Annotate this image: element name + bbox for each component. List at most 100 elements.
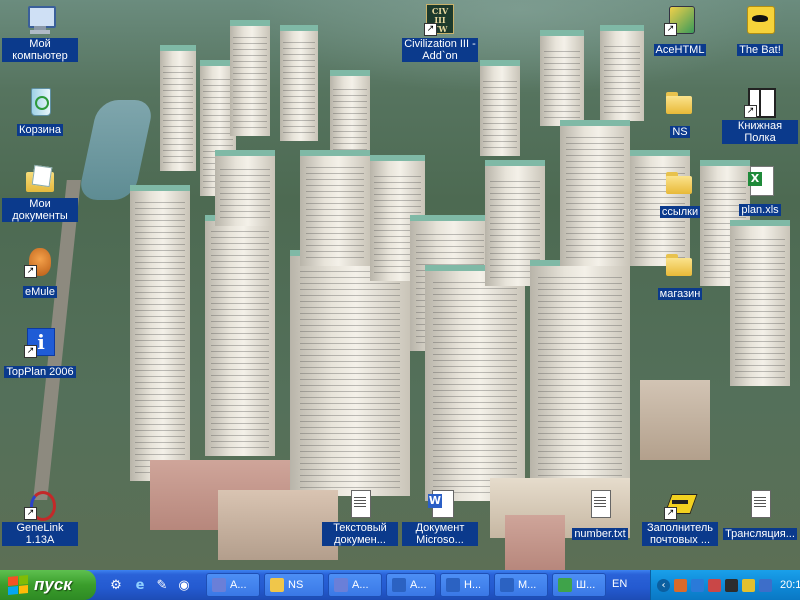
desktop-icon-label: Документ Microso... [402,522,478,546]
wallpaper-tower [480,60,520,156]
internet-explorer-icon[interactable]: e [130,575,150,595]
taskbar-button[interactable]: H... [440,573,490,597]
desktop-icon-word-doc[interactable]: W Документ Microso... [402,488,478,547]
desktop-icon-emule[interactable]: ↗ eMule [2,246,78,299]
start-button[interactable]: пуск [0,570,96,600]
desktop-icon-label: plan.xls [739,204,781,216]
documents-folder-icon [24,164,56,196]
taskbar-button[interactable]: A... [328,573,382,597]
desktop-icon-translation[interactable]: Трансляция... [722,488,798,541]
word-small-icon [446,578,460,592]
system-tray: ‹ 20:14 [650,570,800,600]
wallpaper-lowrise [218,490,338,560]
word-small-icon [500,578,514,592]
taskbar-button-label: H... [464,579,482,591]
desktop-icon-label: ссылки [659,206,701,218]
book-icon: ↗ [744,86,776,118]
desktop[interactable]: Мой компьютер Корзина Мои документы ↗ eM… [0,0,800,570]
shortcut-arrow-icon: ↗ [24,345,37,358]
network-icon[interactable] [674,578,687,592]
genelink-icon: ↗ [24,488,56,521]
desktop-icon-filler[interactable]: ↗ Заполнитель почтовых ... [642,488,718,547]
desktop-icon-links-folder[interactable]: ссылки [642,166,718,219]
desktop-icon-text-doc[interactable]: Текстовый докумен... [322,488,398,547]
desktop-icon-my-documents[interactable]: Мои документы [2,164,78,223]
acehtml-small-icon [334,578,348,592]
media-icon[interactable]: ◉ [174,575,194,595]
desktop-icon-recycle-bin[interactable]: Корзина [2,84,78,137]
taskbar-button[interactable]: NS [264,573,324,597]
desktop-icon-genelink[interactable]: ↗ GeneLink 1.13A [2,488,78,547]
thebat-small-icon[interactable]: ✎ [152,575,172,595]
wallpaper-tower [540,30,584,126]
desktop-icon-label: TopPlan 2006 [4,366,76,378]
folder-icon [664,166,696,198]
desktop-icon-label: NS [670,126,690,138]
desktop-icon-thebat[interactable]: The Bat! [722,4,798,57]
wallpaper-tower [730,220,790,386]
wallpaper-tower [290,250,410,496]
desktop-icon-bookshelf[interactable]: ↗ Книжная Полка [722,86,798,145]
wallpaper-tower [560,120,630,266]
taskbar-button[interactable]: A... [386,573,436,597]
wallpaper-tower [215,150,275,226]
shortcut-arrow-icon: ↗ [424,23,437,36]
shortcut-arrow-icon: ↗ [24,507,37,520]
taskbar-button-label: A... [352,579,369,591]
wallpaper-tower [160,45,196,171]
desktop-icon-label: number.txt [572,528,628,540]
tray-expand-icon[interactable]: ‹ [657,578,670,592]
word-document-icon: W [424,488,456,520]
desktop-icon-label: Текстовый докумен... [322,522,398,546]
settings-icon[interactable]: ⚙ [106,575,126,595]
emule-icon: ↗ [24,246,56,278]
wallpaper-tower [280,25,318,141]
folder-icon [664,86,696,118]
taskbar-button[interactable]: A... [206,573,260,597]
volume-icon[interactable] [759,578,772,592]
taskbar-button[interactable]: Ш... [552,573,606,597]
desktop-icon-plan-xls[interactable]: X plan.xls [722,164,798,217]
desktop-icon-label: Книжная Полка [722,120,798,144]
printer-icon[interactable] [708,578,721,592]
the-bat-tray-icon[interactable] [742,578,755,592]
wallpaper-tower [230,20,270,136]
wallpaper-lowrise [640,380,710,460]
desktop-icon-label: Civilization III - Add`on [402,38,478,62]
desktop-icon-label: GeneLink 1.13A [2,522,78,546]
antivirus-icon[interactable] [691,578,704,592]
taskbar-button-label: A... [410,579,427,591]
folder-small-icon [270,578,284,592]
desktop-icon-topplan[interactable]: i ↗ TopPlan 2006 [2,326,78,379]
folder-icon [664,248,696,280]
desktop-icon-label: Мой компьютер [2,38,78,62]
desktop-icon-my-computer[interactable]: Мой компьютер [2,4,78,63]
alert-icon[interactable] [725,578,738,592]
desktop-icon-shop-folder[interactable]: магазин [642,248,718,301]
desktop-icon-number-txt[interactable]: number.txt [562,488,638,541]
info-icon: i ↗ [24,326,56,358]
shortcut-arrow-icon: ↗ [24,265,37,278]
desktop-icon-label: The Bat! [737,44,783,56]
wallpaper-tower [425,265,525,501]
taskbar-button-label: NS [288,579,304,591]
clover-icon [558,578,572,592]
desktop-icon-civ3[interactable]: CIV III TW ↗ Civilization III - Add`on [402,4,478,63]
clock[interactable]: 20:14 [780,579,800,591]
the-bat-icon [744,4,776,36]
desktop-icon-label: магазин [657,288,703,300]
desktop-icon-label: Мои документы [2,198,78,222]
shortcut-arrow-icon: ↗ [744,105,757,118]
desktop-icon-label: Корзина [17,124,63,136]
recycle-bin-icon [24,84,56,116]
start-button-label: пуск [34,575,72,594]
excel-icon: X [744,164,776,196]
taskbar-button[interactable]: M... [494,573,548,597]
desktop-icon-label: AceHTML [653,44,707,56]
taskbar-button-label: A... [230,579,247,591]
desktop-icon-ns-folder[interactable]: NS [642,86,718,139]
filler-icon: ↗ [664,488,698,520]
desktop-icon-acehtml[interactable]: ↗ AceHTML [642,4,718,57]
language-indicator[interactable]: EN [612,578,627,590]
shortcut-arrow-icon: ↗ [664,507,677,520]
